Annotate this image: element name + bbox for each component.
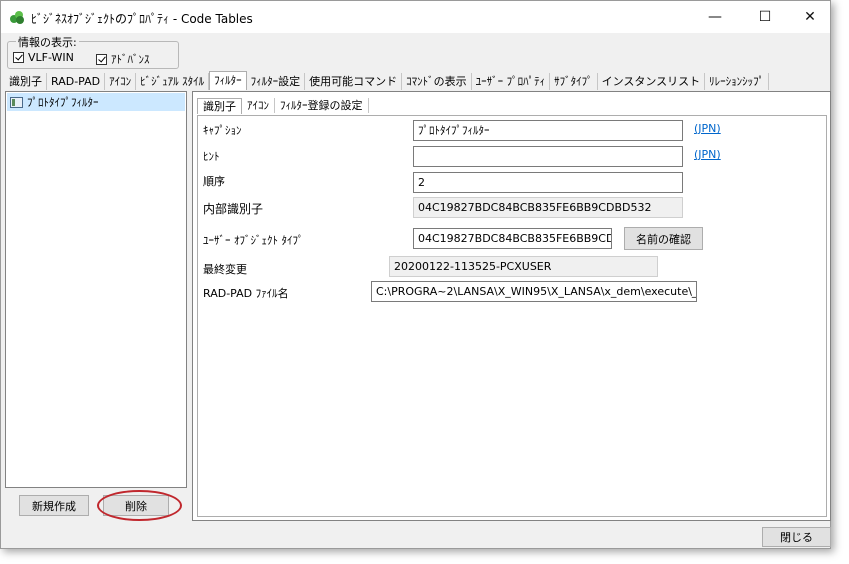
user-object-type-input[interactable]: 04C19827BDC84BCB835FE6BB9CDBD532 [413, 228, 612, 249]
vlf-win-checkbox[interactable]: VLF-WIN [13, 51, 74, 64]
identifier-form: ｷｬﾌﾟｼｮﾝ ﾌﾟﾛﾄﾀｲﾌﾟﾌｨﾙﾀｰ (JPN) ﾋﾝﾄ (JPN) 順序… [197, 115, 827, 517]
tab-visual-style[interactable]: ﾋﾞｼﾞｭｱﾙ ｽﾀｲﾙ [136, 73, 210, 90]
title-bar: ﾋﾞｼﾞﾈｽｵﾌﾞｼﾞｪｸﾄのﾌﾟﾛﾊﾟﾃｨ - Code Tables — ☐… [1, 1, 830, 33]
close-button[interactable]: 閉じる [762, 527, 831, 547]
checkbox-checked-icon [96, 53, 107, 65]
caption-language-link[interactable]: (JPN) [694, 122, 721, 135]
caption-input[interactable]: ﾌﾟﾛﾄﾀｲﾌﾟﾌｨﾙﾀｰ [413, 120, 683, 141]
subtab-icon[interactable]: ｱｲｺﾝ [242, 98, 275, 113]
vlf-win-label: VLF-WIN [28, 51, 74, 64]
detail-tab-strip: 識別子 ｱｲｺﾝ ﾌｨﾙﾀｰ登録の設定 [197, 98, 369, 114]
checkbox-checked-icon [13, 52, 24, 63]
advanced-checkbox[interactable]: ｱﾄﾞﾊﾞﾝｽ [96, 51, 150, 67]
filter-details-panel: 識別子 ｱｲｺﾝ ﾌｨﾙﾀｰ登録の設定 ｷｬﾌﾟｼｮﾝ ﾌﾟﾛﾄﾀｲﾌﾟﾌｨﾙﾀ… [192, 91, 831, 521]
list-item[interactable]: ﾌﾟﾛﾄﾀｲﾌﾟﾌｨﾙﾀｰ [7, 93, 185, 111]
tab-subtype[interactable]: ｻﾌﾞﾀｲﾌﾟ [550, 73, 598, 90]
tab-rad-pad[interactable]: RAD-PAD [47, 73, 106, 90]
minimize-icon: — [708, 9, 722, 25]
tab-relationship[interactable]: ﾘﾚｰｼｮﾝｼｯﾌﾟ [705, 73, 770, 90]
subtab-identifier[interactable]: 識別子 [197, 98, 242, 114]
order-input[interactable]: 2 [413, 172, 683, 193]
radpad-file-input[interactable]: C:\PROGRA~2\LANSA\X_WIN95\X_LANSA\x_dem\… [371, 281, 697, 302]
tab-icon[interactable]: ｱｲｺﾝ [105, 73, 137, 90]
tab-command-display[interactable]: ｺﾏﾝﾄﾞの表示 [402, 73, 472, 90]
internal-id-label: 内部識別子 [203, 202, 264, 216]
close-window-button[interactable]: ✕ [787, 1, 833, 33]
highlight-annotation [97, 490, 182, 521]
subtab-filter-registration[interactable]: ﾌｨﾙﾀｰ登録の設定 [275, 98, 369, 113]
hint-label: ﾋﾝﾄ [203, 150, 220, 163]
tab-instance-list[interactable]: インスタンスリスト [598, 73, 706, 90]
user-object-type-label: ﾕｰｻﾞｰ ｵﾌﾞｼﾞｪｸﾄ ﾀｲﾌﾟ [203, 234, 304, 247]
info-display-legend: 情報の表示: [16, 34, 79, 50]
properties-window: ﾋﾞｼﾞﾈｽｵﾌﾞｼﾞｪｸﾄのﾌﾟﾛﾊﾟﾃｨ - Code Tables — ☐… [0, 0, 831, 549]
status-bar: 閉じる [1, 524, 831, 548]
tab-identifier[interactable]: 識別子 [5, 73, 47, 90]
tab-user-properties[interactable]: ﾕｰｻﾞｰ ﾌﾟﾛﾊﾟﾃｨ [472, 73, 551, 90]
maximize-icon: ☐ [758, 9, 772, 25]
last-changed-label: 最終変更 [203, 263, 247, 276]
hint-language-link[interactable]: (JPN) [694, 148, 721, 161]
filter-list[interactable]: ﾌﾟﾛﾄﾀｲﾌﾟﾌｨﾙﾀｰ [5, 91, 187, 488]
new-button[interactable]: 新規作成 [19, 495, 89, 516]
caption-label: ｷｬﾌﾟｼｮﾝ [203, 124, 242, 137]
tab-filter[interactable]: ﾌｨﾙﾀｰ [209, 71, 247, 90]
tab-available-commands[interactable]: 使用可能コマンド [305, 73, 403, 90]
maximize-button[interactable]: ☐ [742, 1, 788, 33]
radpad-file-label: RAD-PAD ﾌｧｲﾙ名 [203, 287, 289, 300]
order-label: 順序 [203, 175, 225, 188]
internal-id-value: 04C19827BDC84BCB835FE6BB9CDBD532 [413, 197, 683, 218]
check-name-button[interactable]: 名前の確認 [624, 227, 703, 250]
last-changed-value: 20200122-113525-PCXUSER [389, 256, 658, 277]
advanced-label: ｱﾄﾞﾊﾞﾝｽ [111, 53, 150, 66]
main-tab-strip: 識別子 RAD-PAD ｱｲｺﾝ ﾋﾞｼﾞｭｱﾙ ｽﾀｲﾙ ﾌｨﾙﾀｰ ﾌｨﾙﾀ… [5, 71, 811, 91]
close-icon: ✕ [804, 9, 816, 25]
minimize-button[interactable]: — [692, 1, 738, 33]
hint-input[interactable] [413, 146, 683, 167]
tab-filter-settings[interactable]: ﾌｨﾙﾀｰ設定 [247, 73, 306, 90]
app-icon [10, 11, 24, 24]
filter-item-icon [10, 96, 23, 108]
filter-item-label: ﾌﾟﾛﾄﾀｲﾌﾟﾌｨﾙﾀｰ [27, 96, 99, 109]
window-title: ﾋﾞｼﾞﾈｽｵﾌﾞｼﾞｪｸﾄのﾌﾟﾛﾊﾟﾃｨ - Code Tables [31, 12, 253, 26]
info-display-group: 情報の表示: VLF-WIN ｱﾄﾞﾊﾞﾝｽ [7, 34, 179, 69]
